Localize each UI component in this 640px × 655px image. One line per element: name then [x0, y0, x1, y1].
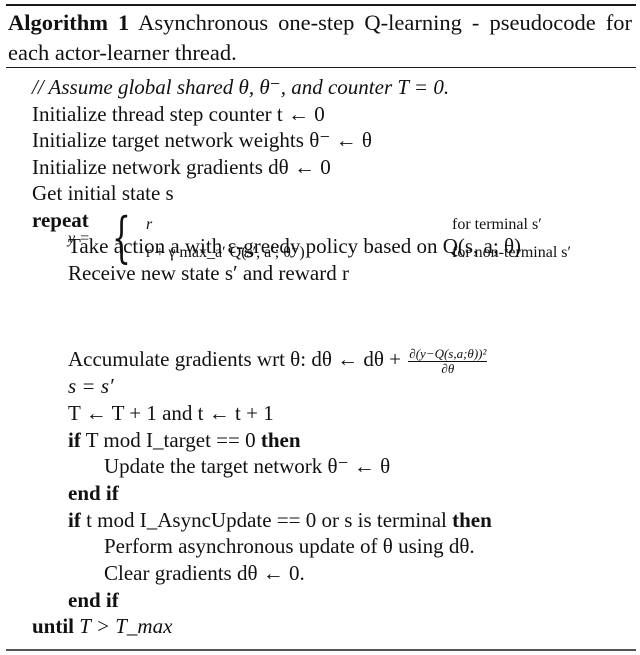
accumulate-text: Accumulate gradients wrt θ: dθ ← dθ +	[68, 347, 402, 371]
until-condition: T > T_max	[79, 614, 173, 638]
algorithm-label: Algorithm 1	[8, 10, 130, 35]
then-keyword: then	[260, 428, 301, 452]
case-terminal-condition: for terminal s′	[452, 216, 542, 233]
target-y-lhs: y =	[68, 230, 90, 247]
increment-counters-line: T ← T + 1 and t ← t + 1	[68, 401, 274, 425]
perform-update-line: Perform asynchronous update of θ using d…	[104, 534, 475, 558]
init-gradients-line: Initialize network gradients dθ ← 0	[32, 155, 331, 179]
case-terminal-expr: r	[146, 216, 153, 233]
init-step-counter-line: Initialize thread step counter t ← 0	[32, 102, 325, 126]
if-keyword: if	[68, 508, 81, 532]
if-async-condition: t mod I_AsyncUpdate == 0 or s is termina…	[86, 508, 447, 532]
if-async-line: if t mod I_AsyncUpdate == 0 or s is term…	[68, 507, 492, 533]
then-keyword: then	[452, 508, 492, 532]
if-keyword: if	[68, 428, 81, 452]
until-keyword: until	[32, 614, 75, 638]
gradient-fraction: ∂(y−Q(s,a;θ))² ∂θ	[408, 345, 488, 376]
assign-state-line: s = s′	[68, 374, 114, 398]
left-brace-icon: {	[112, 206, 131, 269]
caption-rule	[6, 67, 636, 69]
case-nonterminal-condition: for non-terminal s′	[452, 244, 572, 261]
end-if-keyword: end if	[68, 588, 119, 612]
fraction-denominator: ∂θ	[441, 360, 455, 376]
init-target-weights-line: Initialize target network weights θ⁻ ← θ	[32, 128, 372, 152]
bottom-rule	[6, 649, 636, 651]
end-if-keyword: end if	[68, 481, 119, 505]
accumulate-gradients-line: Accumulate gradients wrt θ: dθ ← dθ + ∂(…	[68, 346, 488, 375]
fraction-numerator: ∂(y−Q(s,a;θ))²	[408, 345, 488, 362]
target-value-cases: y = { r for terminal s′ r + γ max_a′ Q(s…	[68, 206, 638, 269]
if-target-condition: T mod I_target == 0	[85, 428, 256, 452]
clear-gradients-line: Clear gradients dθ ← 0.	[104, 561, 305, 585]
top-rule	[6, 4, 636, 6]
get-initial-state-line: Get initial state s	[32, 181, 174, 205]
until-line: until T > T_max	[32, 613, 172, 639]
if-target-line: if T mod I_target == 0 then	[68, 427, 301, 453]
algorithm-caption: Algorithm 1 Asynchronous one-step Q-lear…	[8, 8, 632, 68]
update-target-line: Update the target network θ⁻ ← θ	[104, 454, 391, 478]
comment-line: // Assume global shared θ, θ⁻, and count…	[32, 75, 450, 99]
case-nonterminal-expr: r + γ max_a′ Q(s′, a′; θ⁻)	[146, 244, 305, 261]
